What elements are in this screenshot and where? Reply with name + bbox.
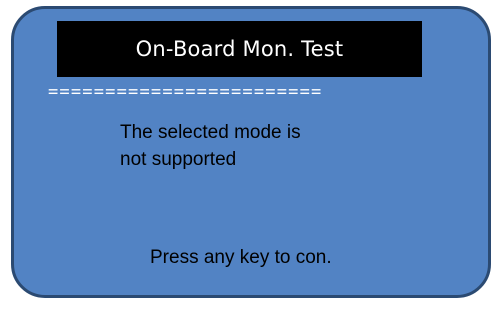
screen-title: On-Board Mon. Test (135, 37, 344, 61)
title-bar: On-Board Mon. Test (57, 21, 422, 77)
device-screen[interactable]: On-Board Mon. Test =====================… (11, 6, 491, 298)
continue-prompt: Press any key to con. (150, 247, 332, 268)
status-message: The selected mode is not supported (120, 119, 301, 173)
message-line-2: not supported (120, 149, 237, 170)
separator-line: ======================== (48, 82, 323, 102)
message-line-1: The selected mode is (120, 122, 301, 143)
